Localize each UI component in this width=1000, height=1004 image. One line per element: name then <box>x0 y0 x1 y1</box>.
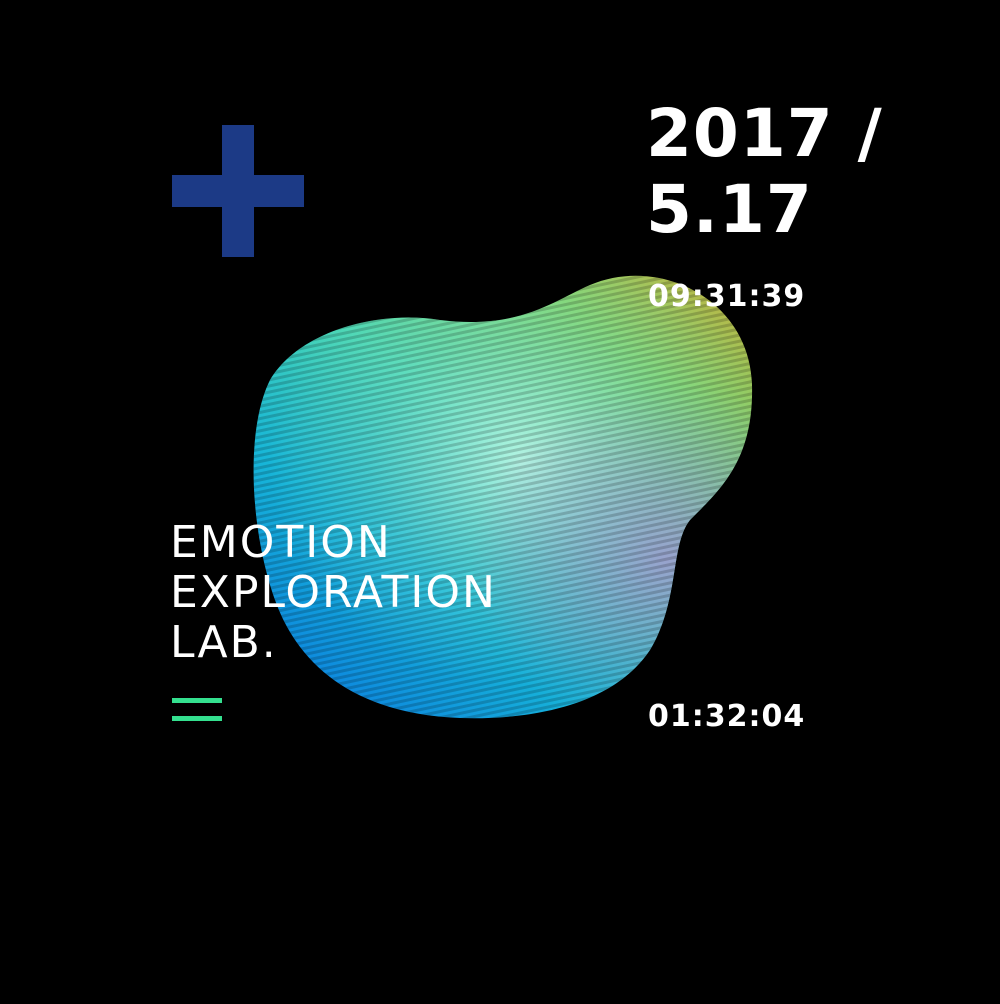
menu-icon-line-1 <box>172 698 222 703</box>
plus-icon[interactable] <box>172 125 304 257</box>
date-year: 2017 / <box>646 95 883 172</box>
menu-icon[interactable] <box>172 698 222 726</box>
date: 2017 / 5.17 <box>646 96 883 248</box>
title-line-3: LAB. <box>170 617 278 668</box>
title-line-1: EMOTION <box>170 517 392 568</box>
title-line-2: EXPLORATION <box>170 567 497 618</box>
menu-icon-line-2 <box>172 716 222 721</box>
date-day: 5.17 <box>646 171 813 248</box>
time-bottom: 01:32:04 <box>648 699 806 734</box>
plus-icon-vertical-bar <box>222 125 254 257</box>
lab-title: EMOTION EXPLORATION LAB. <box>170 518 497 668</box>
time-top: 09:31:39 <box>648 279 806 314</box>
